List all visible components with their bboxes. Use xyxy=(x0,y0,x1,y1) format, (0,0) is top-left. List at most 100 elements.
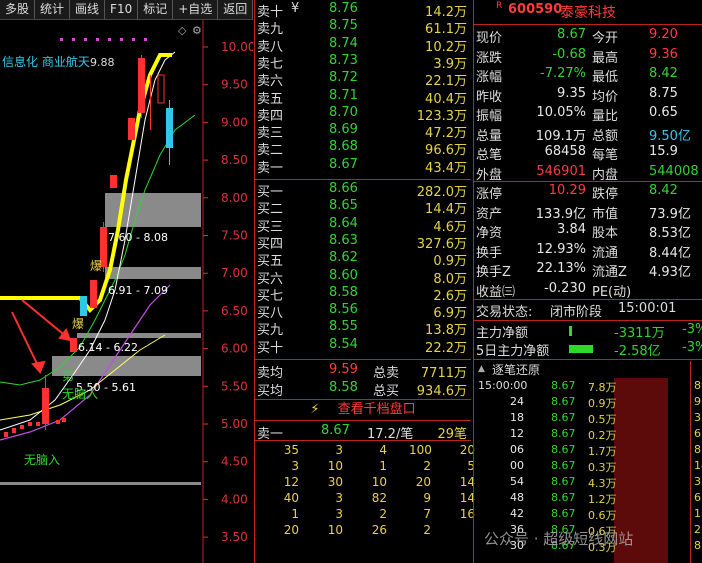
fund-label: 换手 xyxy=(476,245,503,261)
lightning-icon: ⚡ xyxy=(310,402,320,417)
sell-price: 8.68 xyxy=(329,139,358,155)
tick-price: 8.67 xyxy=(551,507,576,520)
quote-label: 总量 xyxy=(476,128,503,144)
sell-row: 卖四 8.70 123.3万 xyxy=(255,104,471,124)
buy-price: 8.54 xyxy=(329,336,358,352)
total-buy-value: 934.6万 xyxy=(416,384,467,399)
zone-label-2: 6.91 - 7.09 xyxy=(108,284,168,297)
fund-label: 换手Z xyxy=(476,265,511,280)
sell-volume: 123.3万 xyxy=(416,108,467,124)
quote-value: 109.1万 xyxy=(535,128,586,144)
fund-value: 3.84 xyxy=(557,222,586,237)
fund-value: 12.93% xyxy=(536,241,586,257)
queue-cell: 4 xyxy=(379,443,387,457)
zone-label-3: 6.14 - 6.22 xyxy=(78,341,138,354)
fund-row: 资产 133.9亿 市值 73.9亿 xyxy=(474,203,702,222)
trade-status: 闭市阶段 xyxy=(550,305,603,320)
main-flow5-pct: -3% xyxy=(682,340,702,355)
watermark: 公众号 · 超级短线网站 xyxy=(484,530,634,548)
quote-value: 9.50亿 xyxy=(649,128,691,144)
toolbar-mark[interactable]: 标记 xyxy=(138,0,174,19)
tick-volume: 4.3万 xyxy=(588,477,617,490)
queue-cell: 1 xyxy=(379,459,387,473)
toolbar-f10[interactable]: F10 xyxy=(105,0,139,19)
quote-row: 振幅 10.05% 量比 0.65 xyxy=(474,105,702,124)
quote-label: 昨收 xyxy=(476,89,503,105)
sell-price: 8.69 xyxy=(329,122,358,138)
tick-price: 8.67 xyxy=(551,379,576,392)
sell-price: 8.70 xyxy=(329,104,358,120)
tick-count: 9 xyxy=(694,395,701,408)
sell-volume: 14.2万 xyxy=(425,5,467,20)
buy-price: 8.63 xyxy=(329,232,358,248)
quote-label: 今开 xyxy=(592,31,619,46)
trade-status-label: 交易状态: xyxy=(476,305,533,320)
quote-label: 现价 xyxy=(476,31,503,46)
kline-chart[interactable]: 10.00 9.50 9.00 8.50 8.00 7.50 7.00 6.50 6.00 5.5… xyxy=(0,20,253,563)
diamond-icon[interactable]: ◇ xyxy=(178,24,187,37)
tick-volume: 0.2万 xyxy=(588,429,617,442)
toolbar-stats[interactable]: 统计 xyxy=(35,0,71,19)
quote-label: 总笔 xyxy=(476,148,503,163)
toolbar-draw[interactable]: 画线 xyxy=(70,0,106,19)
tick-count: 6 xyxy=(694,427,701,440)
tick-time: 18 xyxy=(510,411,524,424)
sell-price: 8.71 xyxy=(329,87,358,103)
trade-time: 15:00:01 xyxy=(618,301,677,316)
quote-label: 内盘 xyxy=(592,167,619,183)
queue-cell: 30 xyxy=(327,475,343,489)
no-brain-label-1: 无脑入 xyxy=(62,387,98,401)
tick-count: 6 xyxy=(694,491,701,504)
queue-cell: 3 xyxy=(335,507,343,521)
price-axis: 10.00 9.50 9.00 8.50 8.00 7.50 7.00 6.50 6.00 5.5… xyxy=(203,40,253,544)
tick-count: 14 xyxy=(694,459,702,472)
buy-volume: 6.9万 xyxy=(433,306,467,322)
toolbar-multi-stock[interactable]: 多股 xyxy=(0,0,36,19)
buy-level-label: 买六 xyxy=(257,271,284,287)
quote-value: 546901 xyxy=(536,163,586,179)
main-flow5-bar xyxy=(569,345,593,353)
buy-row: 买九 8.55 13.8万 xyxy=(255,319,471,338)
view-depth-label: 查看千档盘口 xyxy=(337,402,416,417)
sell-level-label: 卖九 xyxy=(257,22,284,38)
order-book: 卖十 8.76 14.2万 ¥ 卖九 8.75 61.1万 卖八 8.74 10.2万 卖七 8.73… xyxy=(254,0,475,563)
sell-volume: 10.2万 xyxy=(425,39,467,55)
zone-label-1: 7.60 - 8.08 xyxy=(108,231,168,244)
quote-row: 总量 109.1万 总额 9.50亿 xyxy=(474,125,702,144)
sell-row: 卖八 8.74 10.2万 xyxy=(255,36,471,55)
concept-tag: 信息化 商业航天 xyxy=(2,54,90,69)
quote-value: 10.05% xyxy=(536,105,586,120)
buy-level-label: 买四 xyxy=(257,236,284,252)
tick-price: 8.67 xyxy=(551,411,576,424)
fund-label: 跌停 xyxy=(592,187,619,202)
queue-cell: 35 xyxy=(283,443,299,457)
fund-label: 流通 xyxy=(592,245,619,261)
first-label: 第一 xyxy=(62,369,86,383)
fund-label: PE(动) xyxy=(592,284,632,300)
buy-volume: 8.0万 xyxy=(433,271,467,287)
sell-row: 卖七 8.73 3.9万 xyxy=(255,53,471,72)
tick-count: 11 xyxy=(694,507,702,520)
info-divider xyxy=(474,359,702,360)
buy-price: 8.66 xyxy=(329,181,358,196)
tick-time: 12 xyxy=(510,427,524,440)
toolbar-back[interactable]: 返回 xyxy=(218,0,254,19)
avg-sell-row: 卖均 9.59 总卖 7711万 xyxy=(255,362,471,381)
sell-volume: 22.1万 xyxy=(425,74,467,90)
quote-label: 最低 xyxy=(592,70,619,85)
queue-cell: 2 xyxy=(423,459,431,473)
high-label: 9.88 xyxy=(90,56,115,69)
candle xyxy=(128,118,135,140)
view-depth-button[interactable]: ⚡ 查看千档盘口 xyxy=(255,399,471,421)
quote-value: 0.65 xyxy=(649,105,678,120)
fund-row: 涨停 10.29 跌停 8.42 xyxy=(474,183,702,202)
book-divider xyxy=(255,440,471,441)
gear-icon[interactable]: ⚙ xyxy=(192,24,202,37)
toolbar-add-watchlist[interactable]: +自选 xyxy=(173,0,219,19)
info-divider xyxy=(474,320,702,321)
quote-value: 15.9 xyxy=(649,144,678,159)
sell-price: 8.72 xyxy=(329,70,358,86)
buy-row: 买四 8.63 327.6万 xyxy=(255,232,471,252)
explode-label-2: 爆 xyxy=(72,317,84,331)
buy-level-label: 买二 xyxy=(257,202,284,218)
